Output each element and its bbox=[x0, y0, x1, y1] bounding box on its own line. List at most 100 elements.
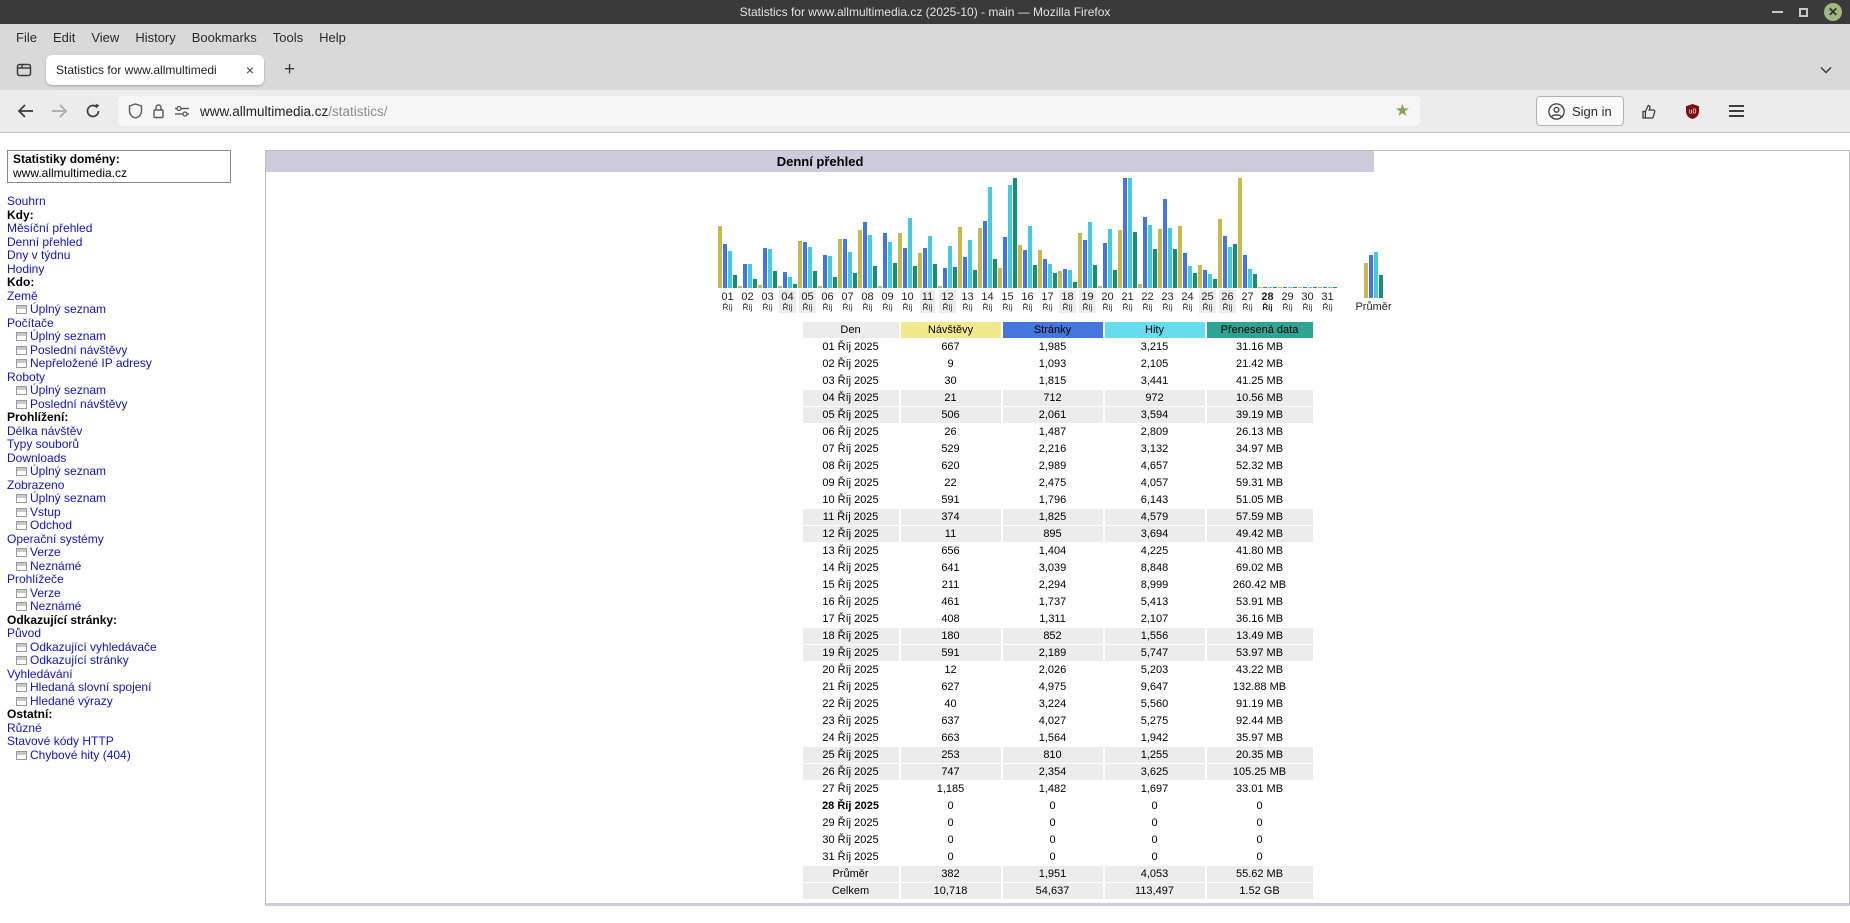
menu-history[interactable]: History bbox=[127, 27, 183, 48]
cell-day: 14 Říj 2025 bbox=[803, 560, 899, 576]
detail-list-icon bbox=[16, 589, 27, 598]
cell-pages: 2,216 bbox=[1003, 441, 1103, 457]
bar-visits bbox=[798, 241, 802, 288]
ublock-shield-icon[interactable]: u0 bbox=[1678, 96, 1708, 126]
sidebar-link[interactable]: Operační systémy bbox=[7, 533, 248, 547]
bar-visits bbox=[778, 286, 782, 288]
sidebar-link[interactable]: Počítače bbox=[7, 317, 248, 331]
tab-close-icon[interactable]: × bbox=[246, 63, 254, 77]
cell-hits: 1,255 bbox=[1105, 747, 1205, 763]
sidebar-link[interactable]: Vyhledávání bbox=[7, 668, 248, 682]
extension-thumbs-up-icon[interactable] bbox=[1634, 96, 1664, 126]
menu-view[interactable]: View bbox=[83, 27, 127, 48]
sidebar-sublink[interactable]: Verze bbox=[7, 546, 248, 560]
chart-day-label: 11Říj bbox=[920, 290, 935, 313]
sidebar-link[interactable]: Zobrazeno bbox=[7, 479, 248, 493]
chart-day-label: 04Říj bbox=[779, 290, 795, 313]
sidebar-sublink[interactable]: Vstup bbox=[7, 506, 248, 520]
active-tab[interactable]: Statistics for www.allmultimedi × bbox=[46, 55, 264, 85]
sidebar-link[interactable]: Downloads bbox=[7, 452, 248, 466]
sidebar-link[interactable]: Denní přehled bbox=[7, 236, 248, 250]
sidebar-sublink[interactable]: Neznámé bbox=[7, 560, 248, 574]
bookmark-star-icon[interactable]: ★ bbox=[1395, 101, 1410, 121]
bar-visits bbox=[718, 226, 722, 288]
sidebar-sublink[interactable]: Nepřeložené IP adresy bbox=[7, 357, 248, 371]
sidebar-sublink[interactable]: Úplný seznam bbox=[7, 330, 248, 344]
chart-day-group: 07Říj bbox=[838, 176, 858, 313]
permissions-icon[interactable] bbox=[174, 105, 190, 117]
bar-visits bbox=[918, 253, 922, 288]
chart-day-group: 26Říj bbox=[1218, 176, 1238, 313]
bar-bandwidth bbox=[1253, 274, 1257, 288]
bar-hits bbox=[988, 187, 992, 288]
sidebar-sublink[interactable]: Úplný seznam bbox=[7, 465, 248, 479]
table-row: 09 Říj 2025222,4754,05759.31 MB bbox=[803, 475, 1313, 491]
menu-file[interactable]: File bbox=[8, 27, 45, 48]
sidebar-link[interactable]: Prohlížeče bbox=[7, 573, 248, 587]
cell-visits: 663 bbox=[901, 730, 1001, 746]
bar-visits bbox=[1018, 245, 1022, 288]
url-bar[interactable]: www.allmultimedia.cz/statistics/ ★ bbox=[118, 96, 1420, 126]
table-row: 23 Říj 20256374,0275,27592.44 MB bbox=[803, 713, 1313, 729]
menu-edit[interactable]: Edit bbox=[45, 27, 83, 48]
new-tab-button[interactable]: + bbox=[278, 59, 301, 81]
column-header: Přenesená data bbox=[1207, 322, 1313, 338]
sidebar-sublink[interactable]: Odkazující stránky bbox=[7, 654, 248, 668]
sidebar-sublink[interactable]: Odchod bbox=[7, 519, 248, 533]
cell-visits: 1,185 bbox=[901, 781, 1001, 797]
sidebar-sublink[interactable]: Chybové hity (404) bbox=[7, 749, 248, 763]
minimize-button-icon[interactable] bbox=[1772, 11, 1783, 13]
bar-pages bbox=[1323, 287, 1327, 288]
close-button-icon[interactable]: ✕ bbox=[1824, 3, 1842, 21]
cell-bandwidth: 41.80 MB bbox=[1207, 543, 1313, 559]
sidebar-link[interactable]: Hodiny bbox=[7, 263, 248, 277]
sidebar-link[interactable]: Typy souborů bbox=[7, 438, 248, 452]
menu-help[interactable]: Help bbox=[311, 27, 354, 48]
sidebar-sublink[interactable]: Hledané výrazy bbox=[7, 695, 248, 709]
sidebar-sublink[interactable]: Poslední návštěvy bbox=[7, 344, 248, 358]
sign-in-button[interactable]: Sign in bbox=[1536, 96, 1624, 126]
sidebar-link[interactable]: Země bbox=[7, 290, 248, 304]
sidebar-sublink[interactable]: Úplný seznam bbox=[7, 384, 248, 398]
bar-visits bbox=[938, 286, 942, 288]
sidebar-link[interactable]: Dny v týdnu bbox=[7, 249, 248, 263]
cell-bandwidth: 53.91 MB bbox=[1207, 594, 1313, 610]
url-text[interactable]: www.allmultimedia.cz/statistics/ bbox=[200, 104, 1387, 119]
bar-visits bbox=[1278, 287, 1282, 288]
bar-bandwidth bbox=[1333, 287, 1337, 288]
sidebar-link[interactable]: Délka návštěv bbox=[7, 425, 248, 439]
sidebar-link[interactable]: Původ bbox=[7, 627, 248, 641]
detail-list-icon bbox=[16, 697, 27, 706]
sidebar-sublink[interactable]: Úplný seznam bbox=[7, 303, 248, 317]
cell-visits: 637 bbox=[901, 713, 1001, 729]
lock-icon[interactable] bbox=[152, 103, 165, 119]
menu-tools[interactable]: Tools bbox=[265, 27, 311, 48]
firefox-view-icon[interactable] bbox=[10, 56, 38, 84]
tracking-shield-icon[interactable] bbox=[128, 103, 143, 119]
sidebar-sublink[interactable]: Hledaná slovní spojení bbox=[7, 681, 248, 695]
bar-bandwidth bbox=[1193, 273, 1197, 288]
sidebar-link[interactable]: Měsíční přehled bbox=[7, 222, 248, 236]
menu-hamburger-icon[interactable] bbox=[1722, 96, 1752, 126]
sidebar-link[interactable]: Roboty bbox=[7, 371, 248, 385]
restore-button-icon[interactable] bbox=[1799, 8, 1808, 17]
sidebar-link[interactable]: Různé bbox=[7, 722, 248, 736]
sidebar-sublink[interactable]: Odkazující vyhledávače bbox=[7, 641, 248, 655]
menu-bookmarks[interactable]: Bookmarks bbox=[184, 27, 265, 48]
sidebar-sublink[interactable]: Verze bbox=[7, 587, 248, 601]
sidebar-sublink[interactable]: Úplný seznam bbox=[7, 492, 248, 506]
cell-day: 25 Říj 2025 bbox=[803, 747, 899, 763]
list-tabs-chevron-icon[interactable] bbox=[1812, 56, 1840, 84]
reload-button-icon[interactable] bbox=[78, 96, 108, 126]
sidebar-sublink[interactable]: Poslední návštěvy bbox=[7, 398, 248, 412]
cell-pages: 2,294 bbox=[1003, 577, 1103, 593]
chart-day-label: 13Říj bbox=[959, 290, 975, 313]
url-host: www.allmultimedia.cz bbox=[200, 104, 328, 119]
back-button-icon[interactable] bbox=[10, 96, 40, 126]
sidebar-link[interactable]: Souhrn bbox=[7, 195, 248, 209]
bar-bandwidth bbox=[1313, 287, 1317, 288]
sidebar-sublink[interactable]: Neznámé bbox=[7, 600, 248, 614]
sidebar-link[interactable]: Stavové kódy HTTP bbox=[7, 735, 248, 749]
bar-pages bbox=[1043, 259, 1047, 288]
forward-button-icon[interactable] bbox=[44, 96, 74, 126]
